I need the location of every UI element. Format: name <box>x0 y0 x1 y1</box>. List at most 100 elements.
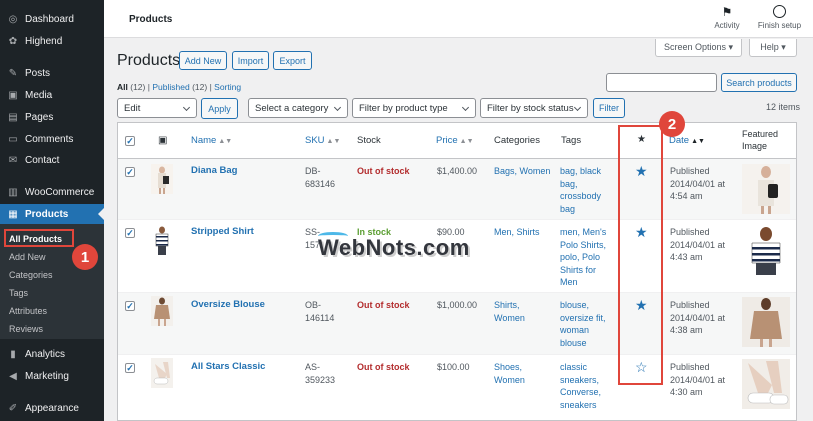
tags-cell[interactable]: bag, black bag, crossbody bag <box>560 165 601 215</box>
view-all-count: (12) <box>130 82 146 92</box>
sidebar-item-label: Marketing <box>25 370 69 382</box>
date-cell: Published 2014/04/01 at 4:54 am <box>670 166 726 201</box>
submenu-tags[interactable]: Tags <box>9 288 28 298</box>
featured-image-label-1: Featured <box>742 129 779 139</box>
search-products-button[interactable]: Search products <box>721 73 797 92</box>
sidebar-item-woocommerce[interactable]: ▥ WooCommerce <box>0 182 104 202</box>
row-checkbox[interactable]: ✓ <box>125 228 135 238</box>
submenu-attributes[interactable]: Attributes <box>9 306 47 316</box>
view-published[interactable]: Published <box>152 82 189 92</box>
sort-icon: ▲▼ <box>326 138 341 145</box>
categories-cell[interactable]: Men, Shirts <box>494 226 540 239</box>
sidebar-item-label: Highend <box>25 35 63 47</box>
page-title: Products <box>117 52 181 69</box>
sidebar-item-posts[interactable]: ✎ Posts <box>0 63 104 83</box>
finish-setup-button[interactable]: Finish setup <box>752 5 807 30</box>
stock-status: Out of stock <box>357 362 410 372</box>
column-sku[interactable]: SKU ▲▼ <box>305 135 340 146</box>
search-input[interactable] <box>606 73 717 92</box>
sidebar-item-contact[interactable]: ✉ Contact <box>0 150 104 170</box>
price-cell: $100.00 <box>437 362 470 372</box>
export-button[interactable]: Export <box>273 51 312 70</box>
tags-cell[interactable]: men, Men's Polo Shirts, polo, Polo Shirts f… <box>560 226 606 289</box>
featured-image[interactable] <box>742 297 790 347</box>
category-select[interactable]: Select a category <box>248 98 348 118</box>
column-price[interactable]: Price ▲▼ <box>436 135 474 146</box>
help-button[interactable]: Help ▾ <box>749 39 797 57</box>
media-icon: ▣ <box>8 89 18 101</box>
featured-image[interactable] <box>742 164 790 214</box>
submenu-add-new[interactable]: Add New <box>9 252 46 262</box>
sidebar-item-media[interactable]: ▣ Media <box>0 85 104 105</box>
sidebar-item-analytics[interactable]: ▮ Analytics <box>0 344 104 364</box>
filter-button[interactable]: Filter <box>593 98 625 118</box>
product-thumbnail[interactable] <box>151 358 173 388</box>
sidebar-item-appearance[interactable]: ✐ Appearance <box>0 398 104 418</box>
comment-icon: ▭ <box>8 133 18 145</box>
sidebar-item-dashboard[interactable]: ◎ Dashboard <box>0 9 104 29</box>
select-all-checkbox[interactable]: ✓ <box>125 136 135 146</box>
product-thumbnail[interactable] <box>151 225 173 255</box>
row-checkbox[interactable]: ✓ <box>125 167 135 177</box>
date-cell: Published 2014/04/01 at 4:38 am <box>670 300 726 335</box>
import-button[interactable]: Import <box>232 51 269 70</box>
row-checkbox[interactable]: ✓ <box>125 363 135 373</box>
palette-icon: ✿ <box>8 35 18 47</box>
megaphone-icon: ◀ <box>9 370 17 382</box>
annotation-badge-1: 1 <box>72 244 98 270</box>
product-name-link[interactable]: Diana Bag <box>191 165 237 178</box>
bulk-actions-select[interactable]: Edit <box>117 98 197 118</box>
apply-button[interactable]: Apply <box>201 98 238 119</box>
product-name-link[interactable]: All Stars Classic <box>191 361 265 374</box>
sidebar-item-products[interactable]: ▦ Products <box>0 204 104 224</box>
sidebar-item-label: WooCommerce <box>25 186 95 198</box>
table-header: ✓ ▣ Name ▲▼ SKU ▲▼ Stock Price ▲▼ Categorie… <box>118 123 796 159</box>
submenu-categories[interactable]: Categories <box>9 270 53 280</box>
sidebar-item-label: Analytics <box>25 348 66 360</box>
submenu-reviews[interactable]: Reviews <box>9 324 43 334</box>
categories-cell[interactable]: Shirts, Women <box>494 299 525 324</box>
product-name-link[interactable]: Stripped Shirt <box>191 226 254 239</box>
price-cell: $1,000.00 <box>437 300 478 310</box>
product-type-select[interactable]: Filter by product type <box>352 98 476 118</box>
sidebar-item-pages[interactable]: ▤ Pages <box>0 107 104 127</box>
date-cell: Published 2014/04/01 at 4:43 am <box>670 227 726 262</box>
stock-status-select[interactable]: Filter by stock status <box>480 98 588 118</box>
product-thumbnail[interactable] <box>151 164 173 194</box>
admin-sidebar: ◎ Dashboard ✿ Highend ✎ Posts ▣ Media ▤ Pages… <box>0 0 104 421</box>
product-thumbnail[interactable] <box>151 296 173 326</box>
categories-cell[interactable]: Bags, Women <box>494 165 550 178</box>
archive-icon: ▦ <box>8 208 18 220</box>
annotation-highlight-featured-column <box>618 125 663 385</box>
row-checkbox[interactable]: ✓ <box>125 301 135 311</box>
add-new-button[interactable]: Add New <box>179 51 227 70</box>
sidebar-item-marketing[interactable]: ◀ Marketing <box>0 366 104 386</box>
view-all[interactable]: All <box>117 82 128 92</box>
items-count: 12 items <box>766 102 801 112</box>
tags-cell[interactable]: classic sneakers, Converse, sneakers <box>560 361 601 411</box>
view-sorting[interactable]: Sorting <box>214 82 241 92</box>
table-row: ✓ All Stars Classic AS- 359233 Out of sto… <box>118 355 796 420</box>
featured-image[interactable] <box>742 225 790 275</box>
sort-icon: ▲▼ <box>691 138 705 145</box>
image-column-icon: ▣ <box>158 135 168 146</box>
categories-cell[interactable]: Shoes, Women <box>494 361 525 386</box>
featured-image[interactable] <box>742 359 790 409</box>
progress-circle-icon <box>752 5 807 19</box>
sku-cell: DB- 683146 <box>305 166 336 189</box>
sidebar-item-label: Posts <box>25 67 51 79</box>
view-filters: All (12) | Published (12) | Sorting <box>117 82 241 92</box>
column-sku-label: SKU <box>305 135 325 146</box>
column-name-label: Name <box>191 135 217 146</box>
sort-icon: ▲▼ <box>218 138 233 145</box>
sidebar-item-comments[interactable]: ▭ Comments <box>0 129 104 149</box>
activity-label: Activity <box>714 21 740 30</box>
activity-button[interactable]: ⚑ Activity <box>707 5 747 30</box>
product-name-link[interactable]: Oversize Blouse <box>191 299 265 312</box>
tags-cell[interactable]: blouse, oversize fit, woman blouse <box>560 299 606 349</box>
annotation-highlight-all-products <box>4 229 74 247</box>
sidebar-item-highend[interactable]: ✿ Highend <box>0 31 104 51</box>
screen-options-button[interactable]: Screen Options ▾ <box>655 39 742 57</box>
date-cell: Published 2014/04/01 at 4:30 am <box>670 362 726 397</box>
column-name[interactable]: Name ▲▼ <box>191 135 232 146</box>
